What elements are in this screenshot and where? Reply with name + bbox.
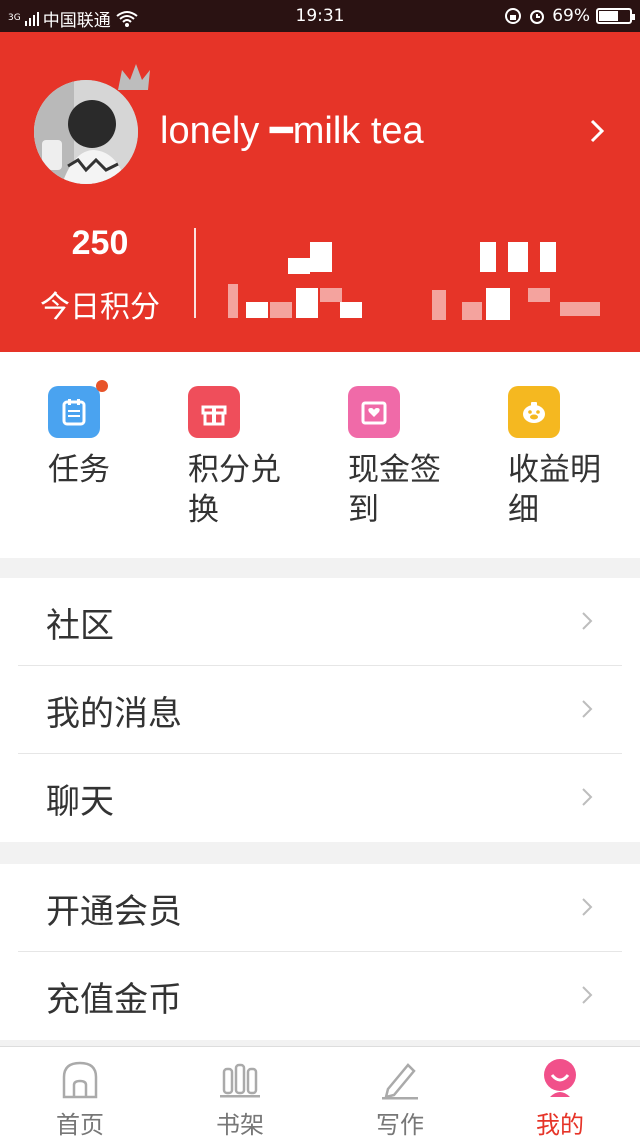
status-bar: 3G 中国联通 19:31 69%: [0, 0, 640, 32]
points-label: 今日积分: [40, 290, 160, 325]
rotation-lock-icon: [505, 8, 522, 24]
tab-writing[interactable]: 写作: [320, 1047, 480, 1138]
piggy-bank-icon: [508, 386, 560, 438]
username[interactable]: lonely ━milk tea: [160, 108, 424, 153]
chevron-right-icon: [582, 986, 593, 1004]
tab-mine[interactable]: 我的: [480, 1047, 640, 1138]
quick-actions: 任务 积分兑换 现金签到 收益明细: [0, 352, 640, 558]
avatar-container[interactable]: [34, 64, 150, 184]
menu-item-my-messages[interactable]: 我的消息: [0, 666, 640, 754]
chevron-right-icon: [582, 788, 593, 806]
menu-item-community[interactable]: 社区: [0, 578, 640, 666]
gift-icon: [188, 386, 240, 438]
quick-action-task[interactable]: 任务: [48, 380, 188, 490]
menu-item-label: 社区: [46, 605, 114, 646]
points-value[interactable]: 250: [30, 224, 170, 263]
menu-item-chat[interactable]: 聊天: [0, 754, 640, 842]
chevron-right-icon[interactable]: [588, 118, 606, 144]
quick-action-label: 现金签到: [348, 452, 441, 528]
crown-icon: [118, 64, 150, 90]
profile-header[interactable]: lonely ━milk tea 250 今日积分: [0, 32, 640, 352]
profile-icon: [544, 1059, 576, 1097]
pencil-icon: [382, 1063, 418, 1100]
menu-group-account: 开通会员 充值金币: [0, 864, 640, 1040]
tab-label: 首页: [56, 1111, 104, 1138]
bottom-tab-bar: 首页 书架 写作 我的: [0, 1046, 640, 1138]
menu-item-recharge-coins[interactable]: 充值金币: [0, 952, 640, 1040]
quick-action-label: 积分兑换: [188, 452, 281, 528]
tab-label: 我的: [536, 1111, 584, 1138]
quick-action-points-exchange[interactable]: 积分兑换: [188, 386, 328, 530]
battery-icon: [596, 8, 635, 24]
quick-action-label: 任务: [48, 452, 110, 488]
menu-item-label: 开通会员: [46, 891, 182, 932]
menu-group-social: 社区 我的消息 聊天: [0, 578, 640, 842]
task-calendar-icon: [48, 380, 108, 438]
home-icon: [62, 1061, 98, 1099]
profile-screen: 3G 中国联通 19:31 69% lonely ━milk tea 250 今…: [0, 0, 640, 1138]
menu-item-label: 聊天: [46, 781, 114, 822]
heart-card-icon: [348, 386, 400, 438]
tab-label: 书架: [216, 1111, 264, 1138]
header-divider: [194, 228, 196, 318]
tab-bookshelf[interactable]: 书架: [160, 1047, 320, 1138]
tab-label: 写作: [376, 1111, 424, 1138]
quick-action-cash-checkin[interactable]: 现金签到: [348, 386, 488, 530]
menu-item-label: 充值金币: [46, 979, 182, 1020]
tab-home[interactable]: 首页: [0, 1047, 160, 1138]
chevron-right-icon: [582, 898, 593, 916]
quick-action-label: 收益明细: [508, 452, 601, 528]
menu-item-membership[interactable]: 开通会员: [0, 864, 640, 952]
alarm-icon: [530, 10, 545, 24]
menu-item-label: 我的消息: [46, 693, 182, 734]
chevron-right-icon: [582, 612, 593, 630]
chevron-right-icon: [582, 700, 593, 718]
bookshelf-icon: [220, 1063, 260, 1098]
battery-percent: 69%: [552, 6, 590, 26]
notification-dot: [96, 380, 108, 392]
quick-action-earnings-detail[interactable]: 收益明细: [508, 386, 640, 530]
